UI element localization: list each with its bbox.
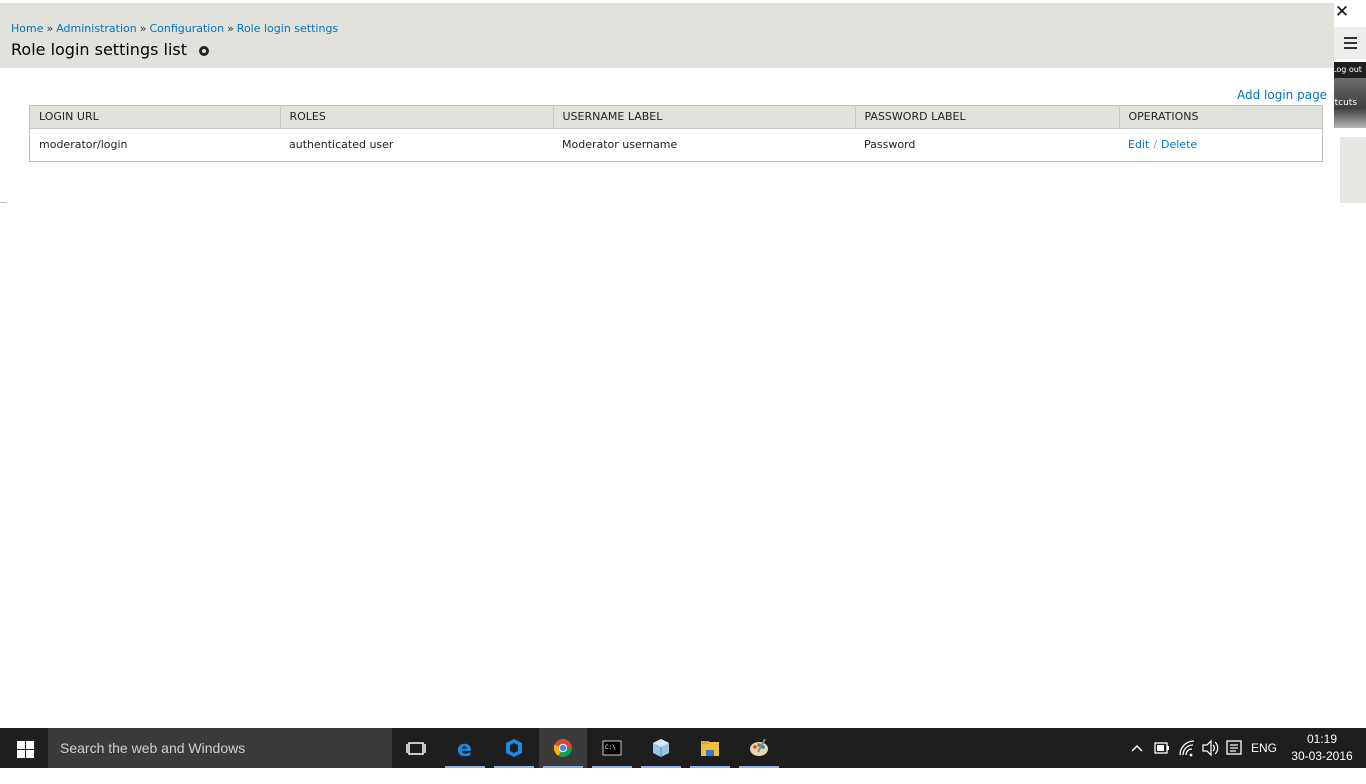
column-header-password-label[interactable]: PASSWORD LABEL: [855, 106, 1120, 129]
cell-roles: authenticated user: [289, 138, 394, 151]
action-center-icon[interactable]: [1225, 728, 1243, 768]
cell-password-label: Password: [864, 138, 916, 151]
breadcrumb: Home» Administration» Configuration» Role l…: [11, 22, 338, 35]
task-view-icon[interactable]: [392, 728, 440, 768]
delete-link[interactable]: Delete: [1161, 138, 1197, 151]
breadcrumb-separator: »: [227, 22, 234, 35]
language-indicator[interactable]: ENG: [1251, 728, 1281, 768]
breadcrumb-home[interactable]: Home: [11, 22, 43, 35]
column-header-roles[interactable]: ROLES: [280, 106, 554, 129]
shortcut-star-icon[interactable]: [199, 46, 209, 56]
clock-time: 01:19: [1306, 732, 1338, 746]
shortcuts-label: Shortcuts: [1334, 98, 1358, 108]
show-hidden-icons-chevron-up-icon[interactable]: [1130, 728, 1146, 768]
breadcrumb-configuration[interactable]: Configuration: [149, 22, 224, 35]
role-login-table: LOGIN URL ROLES USERNAME LABEL PASSWORD …: [29, 105, 1323, 162]
breadcrumb-separator: »: [46, 22, 54, 35]
add-login-page-link[interactable]: Add login page: [1237, 88, 1327, 102]
cell-login-url: moderator/login: [39, 138, 128, 151]
taskbar: Search the web and Windows e C:\ ENG 01:…: [0, 728, 1366, 768]
shortcuts-tab[interactable]: Shortcuts: [1334, 78, 1366, 128]
cell-operations: Edit / Delete: [1119, 128, 1322, 161]
close-icon[interactable]: ✕: [1334, 3, 1350, 21]
command-prompt-icon[interactable]: C:\: [588, 728, 636, 768]
taskbar-search-input[interactable]: Search the web and Windows: [48, 728, 392, 768]
logout-link[interactable]: Log out: [1334, 62, 1366, 78]
clock-date: 30-03-2016: [1291, 749, 1353, 763]
column-header-username-label[interactable]: USERNAME LABEL: [553, 106, 856, 129]
menu-line: [1344, 47, 1357, 49]
svg-text:e: e: [457, 738, 472, 758]
virtualbox-icon[interactable]: [637, 728, 685, 768]
page-header: Home» Administration» Configuration» Role l…: [0, 3, 1334, 68]
hamburger-menu-icon[interactable]: [1334, 27, 1366, 59]
operations-separator: /: [1153, 138, 1158, 151]
chrome-browser-icon[interactable]: [539, 728, 587, 768]
edge-browser-icon[interactable]: e: [441, 728, 489, 768]
taskbar-clock[interactable]: 01:19 30-03-2016: [1284, 731, 1360, 765]
menu-line: [1344, 37, 1357, 39]
volume-icon[interactable]: [1201, 728, 1219, 768]
wifi-icon[interactable]: [1178, 728, 1196, 768]
table-header-row: LOGIN URL ROLES USERNAME LABEL PASSWORD …: [30, 106, 1322, 129]
column-header-login-url[interactable]: LOGIN URL: [30, 106, 281, 129]
file-explorer-icon[interactable]: [686, 728, 734, 768]
breadcrumb-separator: »: [139, 22, 147, 35]
column-header-operations: OPERATIONS: [1119, 106, 1322, 129]
menu-line: [1344, 42, 1357, 44]
table-row: moderator/login authenticated user Moder…: [30, 128, 1322, 161]
paint-app-icon[interactable]: [735, 728, 783, 768]
store-app-icon[interactable]: [490, 728, 538, 768]
svg-text:C:\: C:\: [605, 744, 616, 751]
windows-start-icon[interactable]: [0, 728, 48, 768]
page-title: Role login settings list: [11, 40, 188, 59]
divider: [0, 202, 7, 203]
side-panel-scrollbar[interactable]: [1340, 137, 1366, 203]
breadcrumb-administration[interactable]: Administration: [56, 22, 137, 35]
battery-icon[interactable]: [1153, 728, 1171, 768]
cell-username-label: Moderator username: [562, 138, 678, 151]
breadcrumb-role-login-settings[interactable]: Role login settings: [237, 22, 338, 35]
edit-link[interactable]: Edit: [1128, 138, 1149, 151]
